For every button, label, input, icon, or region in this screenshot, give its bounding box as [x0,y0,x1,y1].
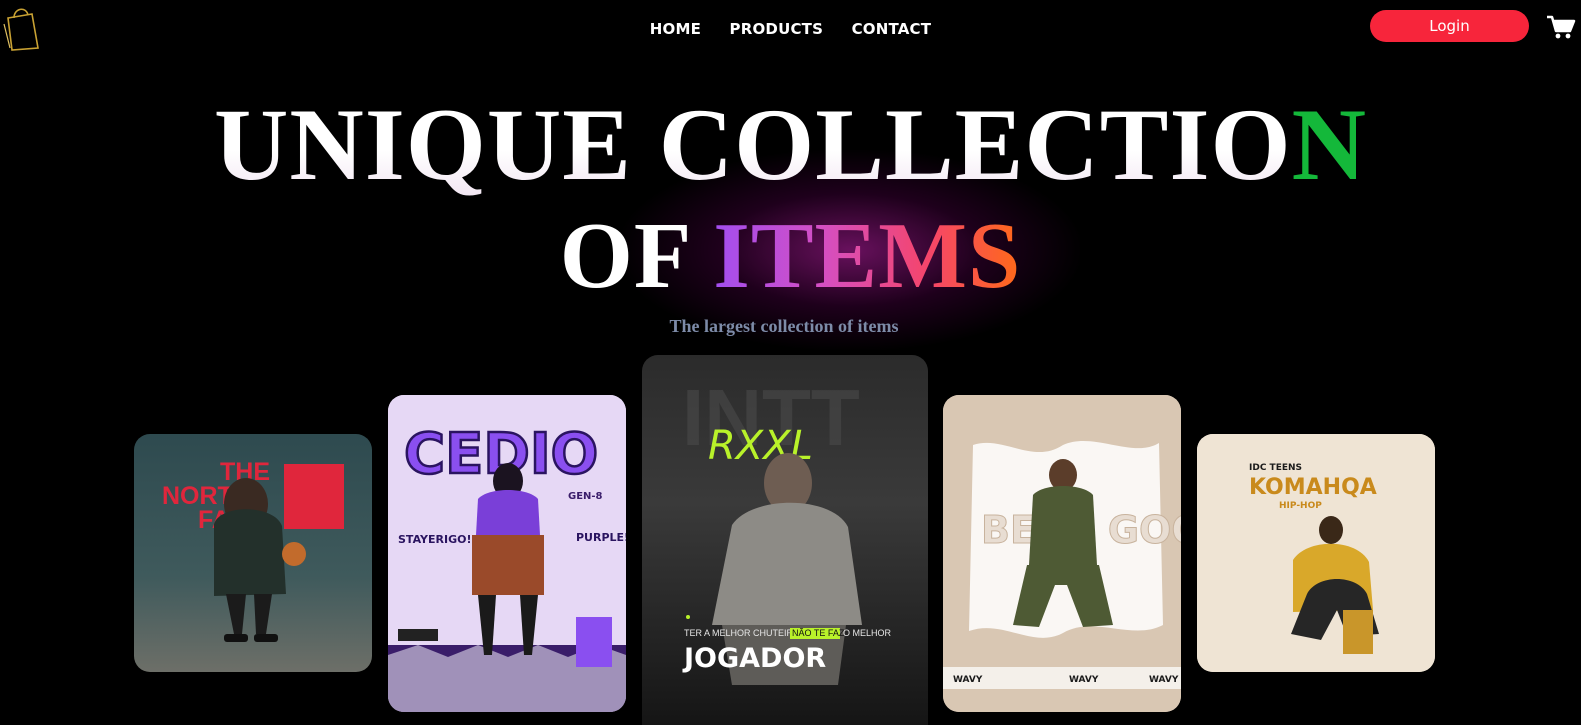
nav-home-link[interactable]: HOME [650,20,701,38]
product-card-4[interactable]: BEAR GOOK WAVY WAVY WAVY [943,395,1181,712]
card5-title: KOMAHQA [1249,475,1377,500]
product-card-3[interactable]: INTT RXXL TER A MELHOR CHUTEIRA NÃO TE F… [642,355,928,725]
product-card-1[interactable]: THE NORTH FACE [134,434,372,672]
card4-footer-3: WAVY [1149,675,1179,685]
card4-footer-2: WAVY [1069,675,1099,685]
hero-heading-line2: OF ITEMS [0,202,1581,310]
cart-icon[interactable] [1546,14,1576,40]
main-nav: HOME PRODUCTS CONTACT [0,20,1581,39]
card2-tag: GEN-8 [568,491,603,502]
hero-subtitle: The largest collection of items [669,316,899,336]
card3-tagline-post: O MELHOR [843,628,892,638]
card3-tagline-pre: TER A MELHOR CHUTEIRA [684,628,799,638]
card3-tagline-highlight: NÃO TE FAZ [792,628,845,638]
card3-headline: JOGADOR [682,643,826,674]
card5-genre: HIP-HOP [1279,501,1322,511]
hero-line2-gradient: ITEMS [713,204,1022,308]
hero-line1-accent: N [1291,88,1368,202]
nav-products-link[interactable]: PRODUCTS [730,20,824,38]
card5-header: IDC TEENS [1249,463,1302,473]
card4-footer-1: WAVY [953,675,983,685]
hero-heading-line1: UNIQUE COLLECTION [0,86,1581,204]
hero-line2-text: OF [559,204,714,308]
card2-right-text: PURPLE! [576,531,626,544]
product-card-2[interactable]: CEDIO GEN-8 STAYERIGO! PURPLE! [388,395,626,712]
nav-contact-link[interactable]: CONTACT [852,20,932,38]
card2-left-text: STAYERIGO! [398,533,471,546]
login-button[interactable]: Login [1370,10,1529,42]
product-card-5[interactable]: IDC TEENS KOMAHQA HIP-HOP [1197,434,1435,672]
hero-line1-text: UNIQUE COLLECTIO [213,88,1292,202]
